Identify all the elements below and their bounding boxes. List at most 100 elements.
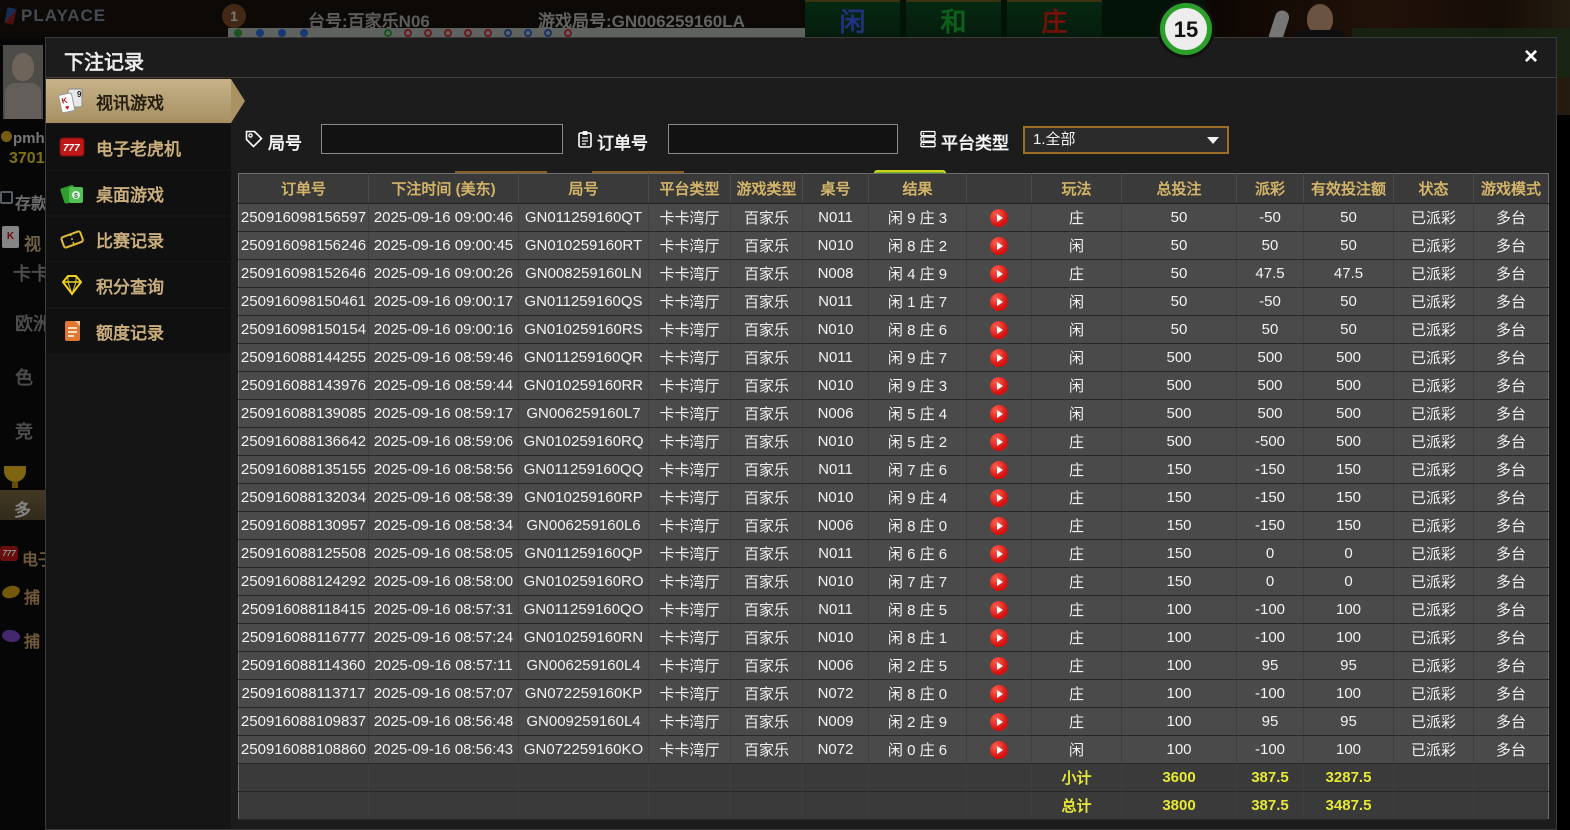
- sidebar-item-label: 电子老虎机: [96, 139, 181, 159]
- replay-icon[interactable]: [990, 264, 1008, 283]
- replay-icon[interactable]: [990, 320, 1008, 339]
- replay-cell: [966, 371, 1032, 400]
- table-row: 250916088113717 2025-09-16 08:57:07 GN0722…: [238, 679, 1549, 708]
- table-cell: 闲: [1031, 287, 1122, 316]
- replay-cell: [966, 483, 1032, 512]
- replay-cell: [966, 455, 1032, 484]
- table-cell: 多台: [1473, 287, 1549, 316]
- replay-icon[interactable]: [990, 628, 1008, 647]
- replay-icon[interactable]: [990, 236, 1008, 255]
- table-cell: 闲 9 庄 3: [868, 203, 967, 232]
- replay-icon[interactable]: [990, 460, 1008, 479]
- order-number-input[interactable]: [668, 124, 898, 154]
- clipboard-icon: [578, 131, 592, 148]
- table-cell: 已派彩: [1393, 539, 1474, 568]
- sidebar-item-label: 积分查询: [96, 277, 164, 297]
- table-cell: 50: [1121, 259, 1237, 288]
- table-cell: 百家乐: [730, 259, 803, 288]
- table-cell: -150: [1236, 511, 1304, 540]
- table-cell: 多台: [1473, 623, 1549, 652]
- total-cell: [1393, 763, 1474, 792]
- sidebar-item-label: 额度记录: [96, 323, 164, 343]
- table-cell: 闲 0 庄 6: [868, 735, 967, 764]
- document-icon: [65, 321, 80, 341]
- table-cell: GN006259160L4: [518, 651, 649, 680]
- replay-icon[interactable]: [990, 544, 1008, 563]
- table-cell: 2025-09-16 08:59:06: [368, 427, 519, 456]
- table-cell: 多台: [1473, 567, 1549, 596]
- table-cell: 庄: [1031, 511, 1122, 540]
- table-cell: 卡卡湾厅: [648, 427, 731, 456]
- replay-icon[interactable]: [990, 572, 1008, 591]
- replay-icon[interactable]: [990, 740, 1008, 759]
- round-number-input[interactable]: [321, 124, 563, 154]
- table-cell: 已派彩: [1393, 203, 1474, 232]
- table-cell: 150: [1303, 511, 1394, 540]
- replay-icon[interactable]: [990, 516, 1008, 535]
- replay-cell: [966, 511, 1032, 540]
- table-cell: 卡卡湾厅: [648, 231, 731, 260]
- sidebar-item-quota-records[interactable]: 额度记录: [46, 309, 231, 353]
- table-row: 250916088116777 2025-09-16 08:57:24 GN0102…: [238, 623, 1549, 652]
- replay-icon[interactable]: [990, 208, 1008, 227]
- replay-icon[interactable]: [990, 684, 1008, 703]
- table-cell: 庄: [1031, 595, 1122, 624]
- sidebar-item-label: 比赛记录: [96, 231, 164, 251]
- total-cell: [1473, 791, 1549, 820]
- table-cell: 闲 4 庄 9: [868, 259, 967, 288]
- table-cell: 已派彩: [1393, 623, 1474, 652]
- table-cell: N010: [802, 315, 869, 344]
- table-cell: 2025-09-16 08:56:43: [368, 735, 519, 764]
- total-cell: [518, 791, 649, 820]
- replay-cell: [966, 679, 1032, 708]
- sidebar-item-video-games[interactable]: 9 K ♥ 视讯游戏: [46, 79, 245, 123]
- column-header: 有效投注额: [1303, 173, 1394, 204]
- replay-icon[interactable]: [990, 600, 1008, 619]
- subtotal-row: 小计 3600 387.5 3287.5: [238, 763, 1549, 792]
- table-cell: 已派彩: [1393, 315, 1474, 344]
- table-cell: 多台: [1473, 455, 1549, 484]
- replay-icon[interactable]: [990, 712, 1008, 731]
- replay-icon[interactable]: [990, 488, 1008, 507]
- replay-icon[interactable]: [990, 376, 1008, 395]
- table-cell: 庄: [1031, 539, 1122, 568]
- svg-text:$: $: [74, 193, 78, 200]
- sidebar-item-points-query[interactable]: 积分查询: [46, 263, 231, 307]
- close-icon[interactable]: ×: [1524, 44, 1538, 70]
- sidebar-item-slots[interactable]: 777 电子老虎机: [46, 125, 231, 169]
- table-row: 250916088135155 2025-09-16 08:58:56 GN0112…: [238, 455, 1549, 484]
- table-cell: -50: [1236, 203, 1304, 232]
- replay-cell: [966, 623, 1032, 652]
- table-cell: GN010259160RR: [518, 371, 649, 400]
- sidebar-item-table-games[interactable]: $ 桌面游戏: [46, 171, 231, 215]
- table-cell: 闲 7 庄 7: [868, 567, 967, 596]
- table-cell: -100: [1236, 623, 1304, 652]
- sidebar-item-match-records[interactable]: 比赛记录: [46, 217, 231, 261]
- table-cell: 250916088116777: [238, 623, 369, 652]
- table-cell: 2025-09-16 08:56:48: [368, 707, 519, 736]
- replay-icon[interactable]: [990, 432, 1008, 451]
- table-cell: GN011259160QO: [518, 595, 649, 624]
- table-cell: 闲 5 庄 4: [868, 399, 967, 428]
- table-cell: 150: [1303, 483, 1394, 512]
- table-row: 250916088132034 2025-09-16 08:58:39 GN0102…: [238, 483, 1549, 512]
- platform-type-select[interactable]: 1.全部: [1023, 126, 1229, 154]
- table-cell: 500: [1121, 343, 1237, 372]
- table-cell: N011: [802, 455, 869, 484]
- table-cell: 庄: [1031, 203, 1122, 232]
- replay-icon[interactable]: [990, 348, 1008, 367]
- table-cell: 多台: [1473, 259, 1549, 288]
- order-number-label: 订单号: [597, 134, 648, 153]
- replay-icon[interactable]: [990, 292, 1008, 311]
- table-cell: N009: [802, 707, 869, 736]
- replay-icon[interactable]: [990, 404, 1008, 423]
- table-cell: 卡卡湾厅: [648, 287, 731, 316]
- replay-icon[interactable]: [990, 656, 1008, 675]
- table-cell: 150: [1303, 455, 1394, 484]
- table-cell: 百家乐: [730, 427, 803, 456]
- table-cell: 卡卡湾厅: [648, 511, 731, 540]
- table-cell: -50: [1236, 287, 1304, 316]
- table-cell: 百家乐: [730, 287, 803, 316]
- table-cell: 百家乐: [730, 483, 803, 512]
- table-cell: 多台: [1473, 651, 1549, 680]
